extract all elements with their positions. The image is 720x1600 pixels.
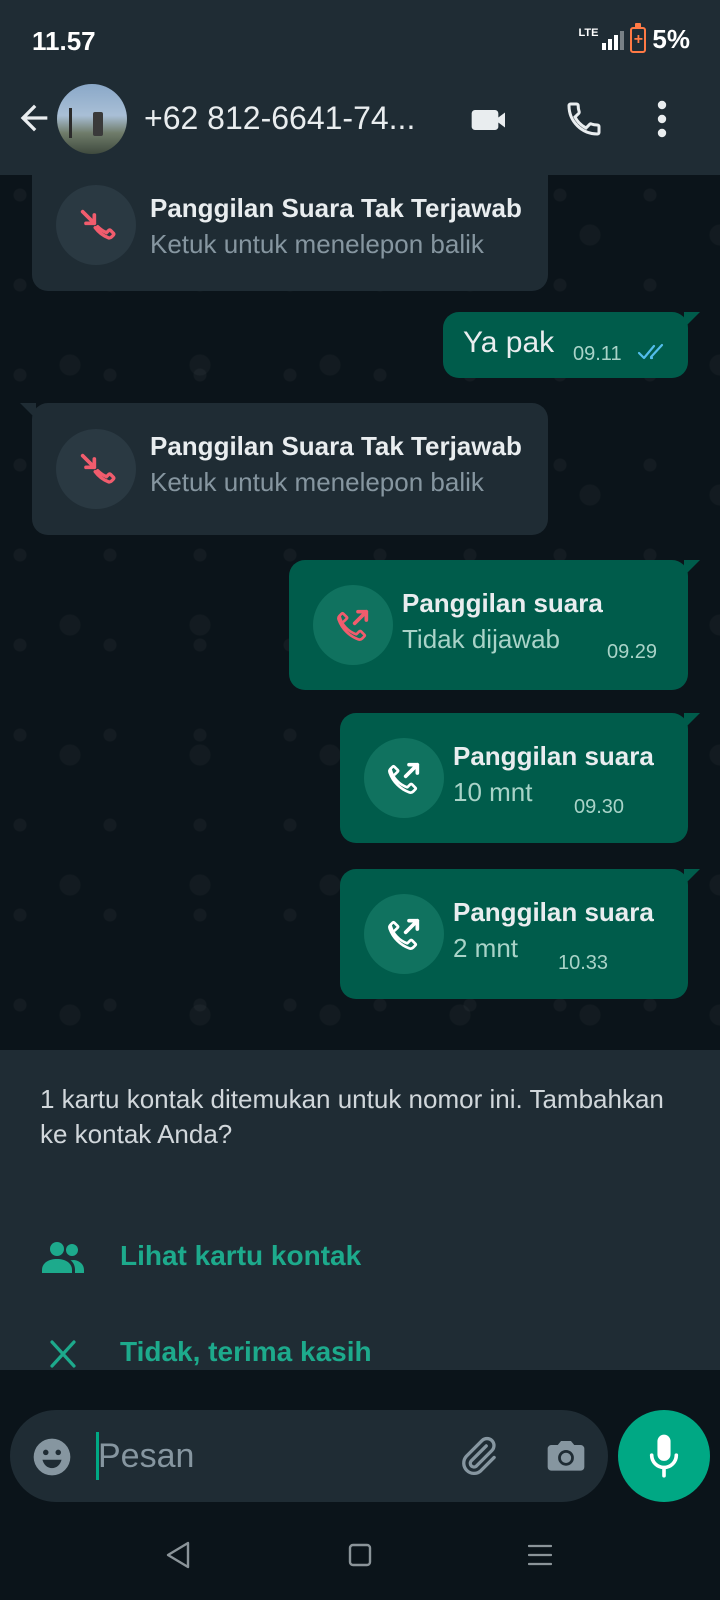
contact-card-message: 1 kartu kontak ditemukan untuk nomor ini… <box>40 1084 664 1149</box>
outgoing-call-bubble[interactable]: Panggilan suara 10 mnt 09.30 <box>340 713 700 843</box>
call-icon-circle <box>56 185 136 265</box>
call-icon-circle <box>56 429 136 509</box>
close-icon <box>50 1340 76 1368</box>
outgoing-call-bubble[interactable]: Panggilan suara Tidak dijawab 09.29 <box>289 560 700 690</box>
camera-icon[interactable] <box>544 1434 588 1478</box>
call-title: Panggilan Suara Tak Terjawab <box>150 193 522 223</box>
view-contact-card-button[interactable]: Lihat kartu kontak <box>0 1218 720 1298</box>
nav-home-icon[interactable] <box>348 1543 372 1567</box>
outgoing-call-icon <box>337 609 369 641</box>
chat-area[interactable]: Panggilan Suara Tak Terjawab Ketuk untuk… <box>0 175 720 1050</box>
read-receipt-icon <box>637 343 664 360</box>
call-title: Panggilan suara <box>402 588 603 618</box>
missed-call-bubble[interactable]: Panggilan Suara Tak Terjawab Ketuk untuk… <box>32 175 548 291</box>
message-input[interactable] <box>98 1424 428 1488</box>
voice-call-icon[interactable] <box>564 98 604 140</box>
video-call-icon[interactable] <box>468 100 512 140</box>
status-time: 11.57 <box>32 26 96 56</box>
missed-call-icon <box>80 453 116 484</box>
message-time: 09.30 <box>574 796 625 818</box>
status-icons: LTE + 5% <box>578 22 690 55</box>
voice-record-button[interactable] <box>618 1410 710 1502</box>
call-title: Panggilan Suara Tak Terjawab <box>150 431 522 461</box>
call-icon-circle <box>313 585 393 665</box>
message-composer <box>10 1410 608 1502</box>
call-title: Panggilan suara <box>453 741 654 771</box>
message-time: 09.11 <box>573 343 622 365</box>
contacts-icon <box>42 1242 84 1273</box>
missed-call-icon <box>80 209 116 240</box>
attach-icon[interactable] <box>456 1434 500 1478</box>
dismiss-label: Tidak, terima kasih <box>120 1336 372 1367</box>
call-title: Panggilan suara <box>453 897 654 927</box>
emoji-icon[interactable] <box>30 1435 74 1479</box>
message-text: Ya pak <box>463 326 555 359</box>
call-subtitle: Tidak dijawab <box>402 624 561 654</box>
back-arrow-icon[interactable] <box>14 98 54 138</box>
missed-call-bubble[interactable]: Panggilan Suara Tak Terjawab Ketuk untuk… <box>20 403 548 535</box>
call-subtitle: Ketuk untuk menelepon balik <box>150 229 484 259</box>
call-subtitle: 2 mnt <box>453 933 519 963</box>
contact-card-prompt: 1 kartu kontak ditemukan untuk nomor ini… <box>0 1050 720 1370</box>
avatar[interactable] <box>57 84 127 154</box>
battery-level: 5% <box>652 24 690 54</box>
call-subtitle: 10 mnt <box>453 777 533 807</box>
call-icon-circle <box>364 738 444 818</box>
app-bar: 11.57 LTE + 5% +62 812-6641-74... <box>0 0 720 175</box>
outgoing-call-bubble[interactable]: Panggilan suara 2 mnt 10.33 <box>340 869 700 999</box>
call-subtitle: Ketuk untuk menelepon balik <box>150 467 484 497</box>
message-time: 09.29 <box>607 641 658 663</box>
outgoing-call-icon <box>388 918 420 950</box>
message-time: 10.33 <box>558 952 609 974</box>
network-type: LTE <box>578 27 599 39</box>
view-contact-card-label: Lihat kartu kontak <box>120 1240 362 1271</box>
nav-back-icon[interactable] <box>164 1540 192 1570</box>
system-nav-bar <box>0 1510 720 1600</box>
dismiss-button[interactable]: Tidak, terima kasih <box>0 1314 720 1394</box>
nav-recents-icon[interactable] <box>528 1543 552 1567</box>
contact-name[interactable]: +62 812-6641-74... <box>144 100 444 137</box>
more-options-icon[interactable] <box>650 98 674 140</box>
outgoing-call-icon <box>388 762 420 794</box>
battery-icon: + <box>630 22 647 53</box>
text-message-bubble[interactable]: Ya pak 09.11 <box>443 312 700 378</box>
signal-icon <box>602 30 625 50</box>
mic-icon <box>649 1434 679 1478</box>
call-icon-circle <box>364 894 444 974</box>
